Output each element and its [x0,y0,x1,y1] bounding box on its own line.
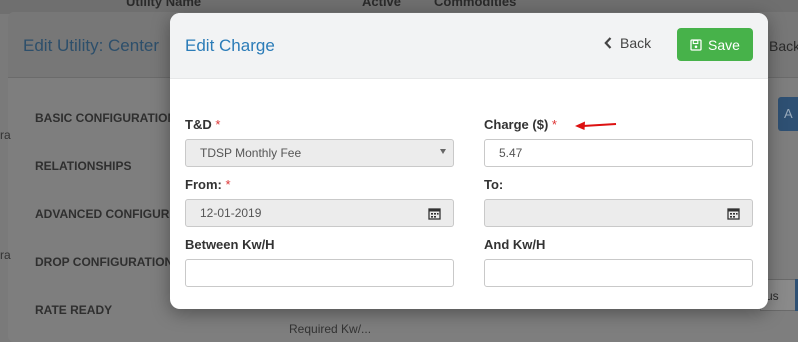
td-label-text: T&D [185,117,212,132]
required-marker: * [551,117,557,132]
caret-down-icon [440,149,446,154]
edit-charge-modal: Edit Charge Back Save T&D * TDSP Monthly… [170,13,768,309]
bg-edge-text: ra [0,248,11,262]
from-label: From: * [185,177,231,192]
and-kwh-input[interactable] [484,259,753,287]
between-kwh-input[interactable] [185,259,454,287]
floppy-disk-icon [690,38,702,51]
between-kwh-label: Between Kw/H [185,237,275,252]
bg-nav-basic-configuration: BASIC CONFIGURATION [35,111,177,125]
td-select-value: TDSP Monthly Fee [200,146,302,160]
modal-title: Edit Charge [185,36,275,55]
from-date-field: 12-01-2019 [185,199,454,227]
chevron-left-icon [604,37,612,49]
calendar-icon [726,207,740,220]
save-button-label: Save [708,36,740,53]
bg-col-active: Active [362,0,402,9]
background-back-button: Back [769,38,798,54]
required-marker: * [225,177,231,192]
td-select[interactable]: TDSP Monthly Fee [185,139,454,167]
bg-nav-drop-configuration: DROP CONFIGURATION [35,255,174,269]
back-button-label: Back [620,35,652,51]
charge-label: Charge ($) * [484,117,557,132]
red-arrow-icon [575,121,617,130]
bg-nav-rate-ready: RATE READY [35,303,113,317]
bg-nav-advanced-configuration: ADVANCED CONFIGURA [35,207,179,221]
charge-input[interactable]: 5.47 [484,139,753,167]
bg-col-utility-name: Utility Name [126,0,202,9]
save-button[interactable]: Save [677,28,753,61]
bg-col-commodities: Commodities [434,0,517,9]
bg-add-button: A [778,97,798,131]
bg-edge-text: ra [0,128,11,142]
to-label: To: [484,177,504,192]
and-kwh-label: And Kw/H [484,237,546,252]
charge-label-text: Charge ($) [484,117,549,132]
modal-header: Edit Charge Back Save [170,13,768,79]
bg-nav-relationships: RELATIONSHIPS [35,159,132,173]
to-calendar-button[interactable] [714,199,753,227]
to-date-field [484,199,753,227]
background-modal-title: Edit Utility: Center [23,36,160,55]
required-marker: * [215,117,221,132]
from-label-text: From: [185,177,222,192]
from-date-input[interactable]: 12-01-2019 [185,199,416,227]
bg-bottom-label: Required Kw/... [289,322,372,336]
calendar-icon [427,207,441,220]
to-date-input[interactable] [484,199,715,227]
td-label: T&D * [185,117,220,132]
from-calendar-button[interactable] [415,199,454,227]
back-button[interactable]: Back [604,35,651,51]
